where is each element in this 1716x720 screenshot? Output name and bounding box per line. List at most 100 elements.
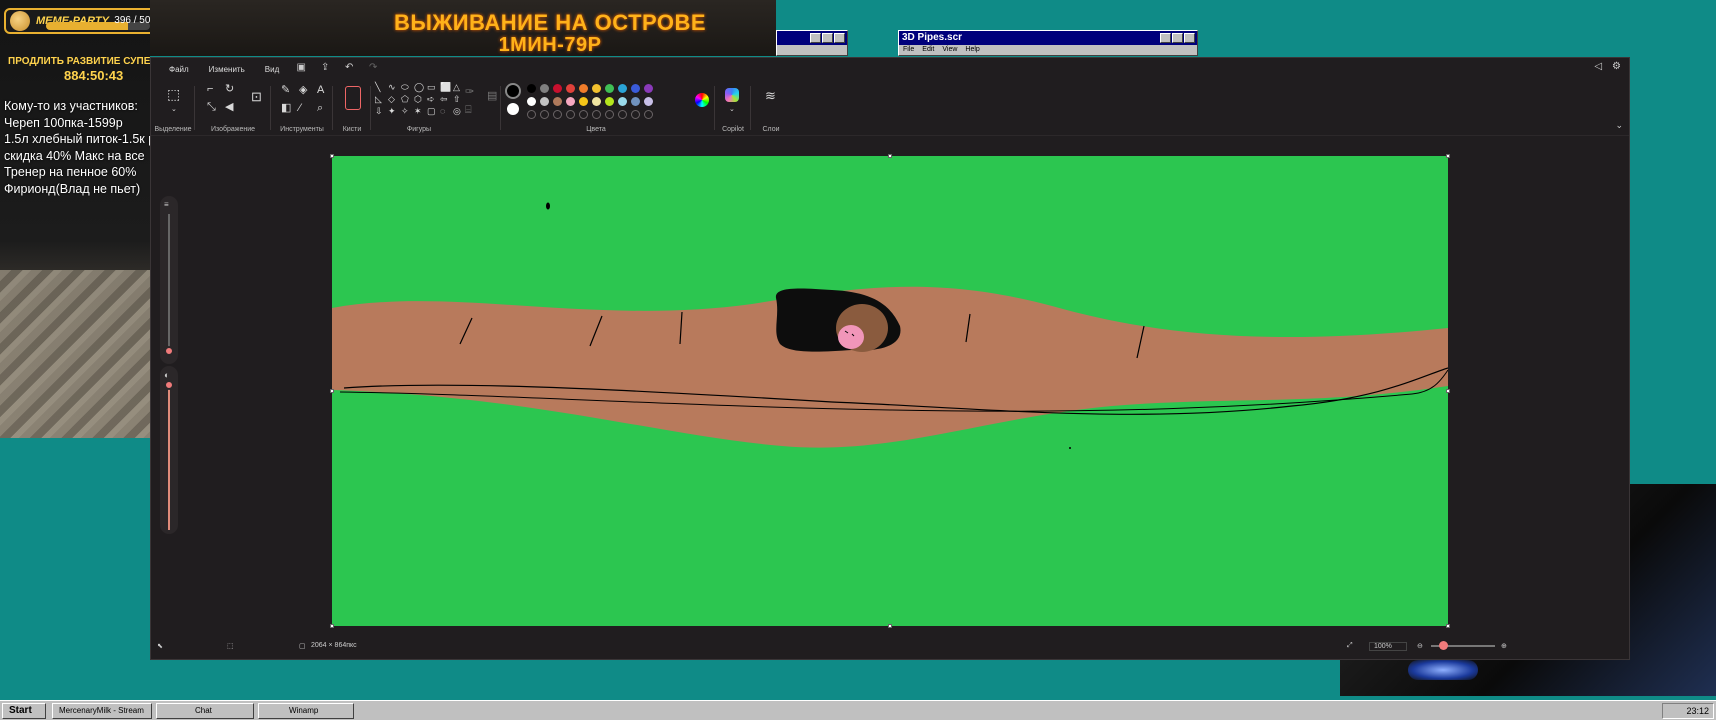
crop-icon[interactable]: ⌐ bbox=[207, 83, 213, 95]
outline-icon[interactable]: ✑ bbox=[465, 86, 474, 98]
secondary-color-swatch[interactable] bbox=[507, 103, 519, 115]
list-item: Кому-то из участников: bbox=[4, 99, 138, 113]
text-icon[interactable]: A bbox=[317, 84, 324, 96]
color-swatch[interactable] bbox=[579, 84, 588, 93]
color-swatch[interactable] bbox=[618, 84, 627, 93]
layers-icon[interactable]: ≋ bbox=[765, 89, 776, 102]
color-swatch[interactable] bbox=[553, 84, 562, 93]
taskbar-item-stream[interactable]: MercenaryMilk - Stream bbox=[52, 703, 152, 719]
group-colors: Цвета bbox=[501, 80, 691, 136]
settings-icon[interactable]: ⚙ bbox=[1612, 61, 1621, 72]
fill-icon[interactable]: ◈ bbox=[299, 84, 307, 96]
color-swatch[interactable] bbox=[566, 97, 575, 106]
custom-color-slot[interactable] bbox=[579, 110, 588, 119]
background-rock-image bbox=[0, 270, 150, 438]
color-swatch[interactable] bbox=[527, 84, 536, 93]
rotate-icon[interactable]: ↻ bbox=[225, 83, 234, 95]
fill-style-icon[interactable]: ⌸ bbox=[465, 104, 472, 116]
eraser-icon[interactable]: ◧ bbox=[281, 102, 291, 114]
custom-color-slot[interactable] bbox=[644, 110, 653, 119]
shape-dropdown-icon[interactable]: ▤ bbox=[487, 90, 497, 102]
taskbar-item-winamp[interactable]: Winamp bbox=[258, 703, 354, 719]
color-picker-icon[interactable]: ⁄ bbox=[299, 102, 301, 114]
drawing-canvas[interactable] bbox=[332, 156, 1449, 626]
zoom-in-icon[interactable]: ⊕ bbox=[1501, 642, 1507, 650]
share-icon[interactable]: ⇪ bbox=[317, 62, 333, 76]
color-swatch[interactable] bbox=[553, 97, 562, 106]
custom-color-slot[interactable] bbox=[605, 110, 614, 119]
chevron-down-icon[interactable]: ⌄ bbox=[729, 104, 735, 116]
pipes-menu-view[interactable]: View bbox=[942, 46, 957, 53]
color-swatch[interactable] bbox=[527, 97, 536, 106]
redo-icon[interactable]: ↷ bbox=[365, 62, 381, 76]
color-swatch[interactable] bbox=[605, 84, 614, 93]
color-swatch[interactable] bbox=[540, 97, 549, 106]
color-swatch[interactable] bbox=[592, 97, 601, 106]
color-swatch[interactable] bbox=[540, 84, 549, 93]
pipes-window[interactable]: 3D Pipes.scr File Edit View Help bbox=[898, 30, 1198, 56]
timer-label: ПРОДЛИТЬ РАЗВИТИЕ СУПЕРМЕНА-2 bbox=[8, 56, 158, 67]
primary-color-swatch[interactable] bbox=[505, 83, 521, 99]
color-wheel-icon[interactable] bbox=[695, 93, 709, 107]
pipes-menu-file[interactable]: File bbox=[903, 46, 914, 53]
list-item: Фирионд(Влад не пьет) bbox=[4, 181, 141, 196]
custom-color-slot[interactable] bbox=[540, 110, 549, 119]
list-item: скидка 40% Макс на все bbox=[4, 148, 145, 163]
custom-color-slot[interactable] bbox=[618, 110, 627, 119]
taskbar-item-chat[interactable]: Chat bbox=[156, 703, 254, 719]
announce-icon[interactable]: ◁ bbox=[1594, 61, 1602, 72]
custom-color-slot[interactable] bbox=[553, 110, 562, 119]
selection-size-icon: ⬚ bbox=[227, 643, 234, 650]
custom-color-slot[interactable] bbox=[566, 110, 575, 119]
ribbon-collapse-icon[interactable]: ⌄ bbox=[1615, 120, 1623, 131]
flip-icon[interactable]: ◀ bbox=[225, 101, 233, 113]
custom-color-slot[interactable] bbox=[527, 110, 536, 119]
image-select-icon[interactable]: ⊡ bbox=[251, 90, 262, 103]
menu-view[interactable]: Вид bbox=[255, 65, 289, 74]
menu-file[interactable]: Файл bbox=[159, 65, 199, 74]
color-swatch[interactable] bbox=[605, 97, 614, 106]
menu-edit[interactable]: Изменить bbox=[199, 65, 255, 74]
brush-icon[interactable] bbox=[345, 86, 361, 110]
custom-color-slot[interactable] bbox=[592, 110, 601, 119]
color-swatch[interactable] bbox=[618, 97, 627, 106]
color-swatch[interactable] bbox=[566, 84, 575, 93]
taskbar: Start MercenaryMilk - Stream Chat Winamp… bbox=[0, 700, 1716, 720]
color-swatch[interactable] bbox=[644, 97, 653, 106]
chevron-down-icon[interactable]: ⌄ bbox=[171, 104, 177, 116]
pipes-menu-edit[interactable]: Edit bbox=[922, 46, 934, 53]
resize-icon[interactable]: ⤡ bbox=[207, 101, 216, 113]
brush-size-slider[interactable]: ≡ bbox=[160, 196, 178, 364]
color-swatch[interactable] bbox=[631, 97, 640, 106]
shapes-gallery[interactable]: ╲ ∿ ⬭ ◯ ▭ ⬜ △ ◺ ◇ ⬠ ⬡ ➪ ⇦ ⇧ ⇩ ✦ ✧ ✶ ▢ ◌ ◎ bbox=[375, 82, 465, 117]
color-swatch[interactable] bbox=[579, 97, 588, 106]
group-layers: ≋ Слои bbox=[751, 80, 791, 136]
background-window[interactable] bbox=[776, 30, 848, 56]
brush-size-icon: ≡ bbox=[164, 200, 169, 209]
group-label: Цвета bbox=[586, 126, 606, 133]
pipes-menu-help[interactable]: Help bbox=[965, 46, 979, 53]
magnifier-icon[interactable]: ⌕ bbox=[317, 102, 323, 114]
group-tools: ✎ ◈ A ◧ ⁄ ⌕ Инструменты bbox=[271, 80, 333, 136]
group-label: Фигуры bbox=[406, 126, 432, 133]
undo-icon[interactable]: ↶ bbox=[341, 62, 357, 76]
color-swatch[interactable] bbox=[592, 84, 601, 93]
status-bar: ⬉ ⬚ ▢ 2064 × 864пкс ⤢ 100% ⊖ ⊕ bbox=[151, 633, 1629, 659]
zoom-out-icon[interactable]: ⊖ bbox=[1417, 642, 1423, 650]
zoom-slider[interactable] bbox=[1431, 641, 1495, 650]
doge-avatar bbox=[10, 11, 30, 31]
fit-icon[interactable]: ⤢ bbox=[1347, 642, 1353, 650]
group-label: Слои bbox=[762, 126, 780, 133]
opacity-slider[interactable]: ◐ bbox=[160, 366, 178, 534]
color-swatch[interactable] bbox=[631, 84, 640, 93]
canvas-size: 2064 × 864пкс bbox=[311, 642, 357, 649]
zoom-dropdown[interactable]: 100% bbox=[1369, 642, 1407, 651]
selection-icon[interactable]: ⬚ bbox=[167, 87, 180, 101]
canvas-size-icon: ▢ bbox=[299, 643, 306, 650]
color-swatch[interactable] bbox=[644, 84, 653, 93]
pencil-icon[interactable]: ✎ bbox=[281, 84, 290, 96]
start-button[interactable]: Start bbox=[2, 703, 46, 719]
custom-color-slot[interactable] bbox=[631, 110, 640, 119]
save-icon[interactable]: ▣ bbox=[293, 62, 309, 76]
copilot-icon[interactable] bbox=[725, 88, 739, 102]
